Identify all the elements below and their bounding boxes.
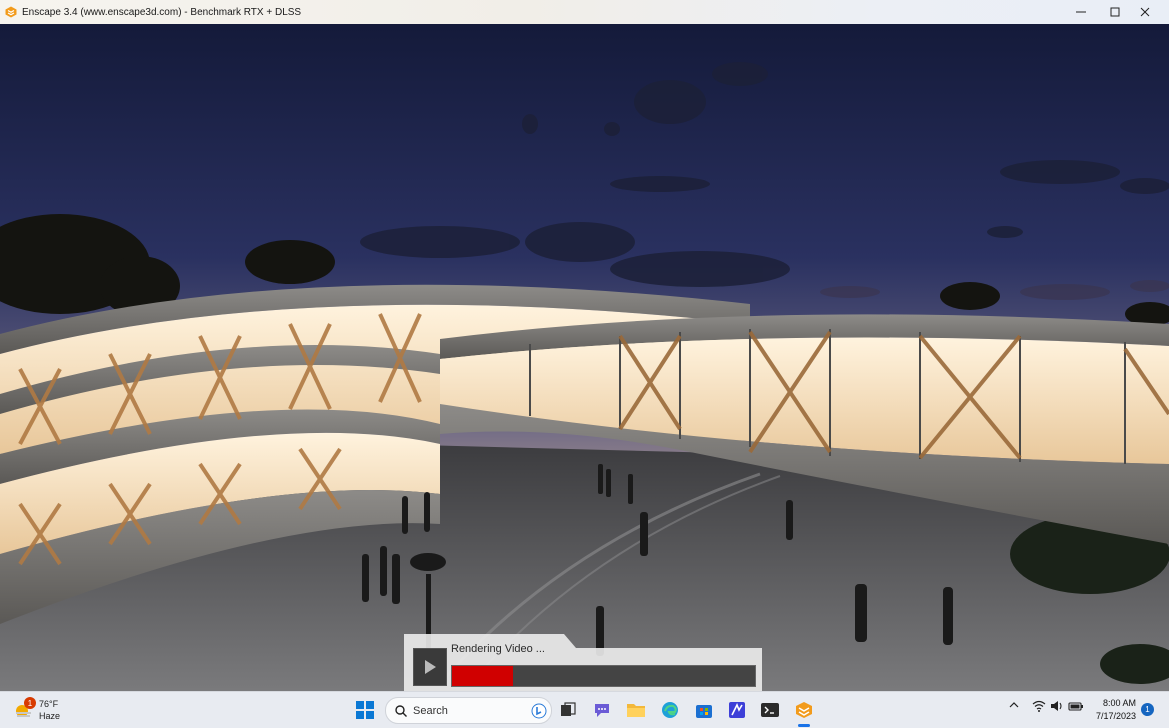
enscape-button[interactable] [792,698,816,722]
terminal-button[interactable] [758,698,782,722]
task-view-icon [561,702,576,716]
taskbar: 1 76°F Haze Search 8:00 AM 7/17/2023 1 [0,691,1169,728]
close-button[interactable] [1122,0,1168,24]
edge-button[interactable] [658,698,682,722]
enscape-logo-icon [5,6,17,18]
rendering-status-label: Rendering Video ... [451,643,545,655]
terminal-icon [761,703,779,717]
volume-button[interactable] [1050,700,1064,715]
title-bar: Enscape 3.4 (www.enscape3d.com) - Benchm… [0,0,1169,24]
architectural-render [0,24,1169,691]
file-explorer-button[interactable] [624,698,648,722]
search-placeholder: Search [413,704,448,717]
render-viewport[interactable] [0,24,1169,691]
start-button[interactable] [353,698,377,722]
app-icon [729,702,745,718]
maximize-icon [1110,7,1120,17]
taskbar-clock[interactable]: 8:00 AM 7/17/2023 [1090,697,1136,723]
enscape-icon [796,702,812,718]
volume-icon [1051,701,1062,711]
render-progress-bar [451,665,756,687]
notification-badge[interactable]: 1 [1141,703,1154,716]
network-button[interactable] [1032,700,1046,715]
weather-temp: 76°F [39,699,59,709]
chevron-up-icon [1009,702,1019,708]
bing-icon [531,703,547,718]
play-button[interactable] [413,648,447,686]
battery-button[interactable] [1068,700,1084,715]
render-progress-fill [452,666,513,686]
task-view-button[interactable] [556,698,580,722]
clock-date: 7/17/2023 [1095,711,1136,721]
show-hidden-icons-button[interactable] [1009,700,1019,713]
wifi-icon [1032,700,1046,712]
minimize-icon [1076,11,1086,13]
app-button[interactable] [725,698,749,722]
store-icon [696,705,712,718]
start-icon [356,701,374,719]
chat-button[interactable] [590,698,614,722]
weather-icon: 1 [14,697,36,720]
store-button[interactable] [692,698,716,722]
window-title: Enscape 3.4 (www.enscape3d.com) - Benchm… [22,6,302,18]
edge-icon [662,702,678,718]
battery-icon [1068,702,1083,711]
taskbar-search-box[interactable]: Search [385,697,552,724]
weather-condition: Haze [39,711,61,721]
weather-badge: 1 [24,697,36,709]
file-explorer-icon [627,704,645,717]
clock-time: 8:00 AM [1102,698,1136,708]
play-icon [425,660,436,674]
close-icon [1140,7,1150,17]
search-icon [395,704,407,717]
weather-widget[interactable]: 1 76°F Haze [14,697,60,723]
chat-icon [595,704,609,717]
